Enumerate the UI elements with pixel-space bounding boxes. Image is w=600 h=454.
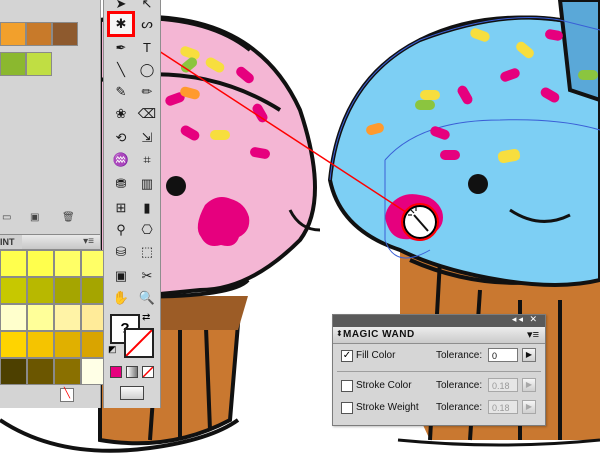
- magic-wand-panel: ◂◂ ✕ ⬍ MAGIC WAND ▾≡ ✓ Fill Color Tolera…: [332, 314, 546, 426]
- swatch-cell[interactable]: [0, 277, 27, 304]
- swatch-cell[interactable]: [27, 331, 54, 358]
- zoom-tool-icon[interactable]: 🔍: [136, 288, 158, 308]
- live-paint-icon[interactable]: ⛁: [110, 242, 132, 262]
- weight-tolerance-stepper[interactable]: ▶: [522, 400, 536, 414]
- stroke-color-label: Stroke Color: [356, 380, 412, 391]
- type-tool-icon[interactable]: T: [136, 38, 158, 58]
- panel-menu-icon[interactable]: ▾≡: [527, 328, 539, 341]
- hand-tool-icon[interactable]: ✋: [110, 288, 132, 308]
- swatch-lime[interactable]: [26, 52, 52, 76]
- selection-tool-icon[interactable]: ➤: [110, 0, 132, 14]
- line-tool-icon[interactable]: ╲: [110, 60, 132, 80]
- live-paint-select-icon[interactable]: ⬚: [136, 242, 158, 262]
- lasso-tool-icon[interactable]: ᔕ: [136, 14, 158, 34]
- mesh-tool-icon[interactable]: ⊞: [110, 198, 132, 218]
- artboard-tool-icon[interactable]: ▣: [110, 266, 132, 286]
- fill-tolerance-label: Tolerance:: [436, 350, 483, 361]
- eyedropper-tool-icon[interactable]: ⚲: [110, 220, 132, 240]
- direct-selection-tool-icon[interactable]: ↖: [136, 0, 158, 14]
- swatch-orange[interactable]: [0, 22, 26, 46]
- blend-tool-icon[interactable]: ⎔: [136, 220, 158, 240]
- panel-divider: [337, 371, 541, 372]
- toolbox-panel: ➤ ↖ ✱ ᔕ ✒ T ╲ ◯ ✎ ✏ ❀ ⌫ ⟲ ⇲ ♒ ⌗ ⛃ ▥ ⊞ ▮ …: [103, 0, 161, 408]
- swatch-cell[interactable]: [27, 304, 54, 331]
- swatch-cell[interactable]: [54, 358, 81, 385]
- slice-tool-icon[interactable]: ✂: [136, 266, 158, 286]
- illustrator-workspace: ▭ ▣ 🗑 INT ▾≡ ╲ ➤ ↖ ✱ ᔕ ✒ T ╲ ◯ ✎ ✏ ❀ ⌫ ⟲…: [0, 0, 600, 454]
- fill-color-label: Fill Color: [356, 350, 396, 361]
- pencil-tool-icon[interactable]: ✏: [136, 82, 158, 102]
- blob-brush-icon[interactable]: ❀: [110, 104, 132, 124]
- swatch-cell[interactable]: [0, 358, 27, 385]
- magic-wand-icon[interactable]: ✱: [107, 11, 135, 37]
- weight-tolerance-input[interactable]: 0.18: [488, 400, 518, 414]
- fill-color-checkbox[interactable]: ✓: [341, 350, 353, 362]
- swatch-grid: [0, 250, 108, 386]
- brush-tool-icon[interactable]: ✎: [110, 82, 132, 102]
- stroke-weight-row: Stroke Weight Tolerance: 0.18 ▶: [341, 399, 537, 417]
- panel-collapse-icon[interactable]: ⬍: [336, 329, 343, 338]
- stroke-tolerance-input[interactable]: 0.18: [488, 378, 518, 392]
- swap-fill-stroke-icon[interactable]: ⇄: [142, 312, 150, 323]
- symbol-sprayer-icon[interactable]: ⛃: [110, 174, 132, 194]
- stroke-weight-label: Stroke Weight: [356, 402, 419, 413]
- swatch-cell[interactable]: [54, 331, 81, 358]
- swatch-cell[interactable]: [27, 358, 54, 385]
- swatch-brown[interactable]: [52, 22, 78, 46]
- default-colors-icon[interactable]: ◩: [108, 344, 117, 355]
- new-swatch-icon[interactable]: ▭: [2, 212, 11, 223]
- screen-mode-icon[interactable]: [120, 386, 144, 400]
- graph-tool-icon[interactable]: ▥: [136, 174, 158, 194]
- gradient-mode-icon[interactable]: [126, 366, 138, 378]
- swatch-cell[interactable]: [54, 250, 81, 277]
- swatch-actions: ▭ ▣ 🗑: [0, 212, 100, 226]
- swatch-cell[interactable]: [27, 277, 54, 304]
- stroke-tolerance-label: Tolerance:: [436, 380, 483, 391]
- fill-color-row: ✓ Fill Color Tolerance: 0 ▶: [341, 347, 537, 365]
- swatches-panel: ▭ ▣ 🗑 INT ▾≡ ╲: [0, 0, 108, 408]
- panel-menu-icon[interactable]: ▾≡: [83, 236, 94, 247]
- panel-tab[interactable]: INT: [0, 235, 22, 249]
- pen-tool-icon[interactable]: ✒: [110, 38, 132, 58]
- panel-window-controls[interactable]: ◂◂ ✕: [512, 314, 539, 325]
- stroke-weight-checkbox[interactable]: [341, 402, 353, 414]
- swatch-green[interactable]: [0, 52, 26, 76]
- fill-tolerance-stepper[interactable]: ▶: [522, 348, 536, 362]
- none-mode-icon[interactable]: [142, 366, 154, 378]
- gradient-tool-icon[interactable]: ▮: [136, 198, 158, 218]
- panel-tab-strip: INT ▾≡: [0, 234, 100, 250]
- ellipse-tool-icon[interactable]: ◯: [136, 60, 158, 80]
- warp-tool-icon[interactable]: ♒: [110, 150, 132, 170]
- stroke-tolerance-stepper[interactable]: ▶: [522, 378, 536, 392]
- swatch-cell[interactable]: [0, 304, 27, 331]
- no-fill-swatch[interactable]: ╲: [60, 388, 74, 402]
- fill-tolerance-input[interactable]: 0: [488, 348, 518, 362]
- swatch-cell[interactable]: [0, 250, 27, 277]
- swatch-light-brown[interactable]: [26, 22, 52, 46]
- trash-icon[interactable]: 🗑: [62, 212, 75, 223]
- stroke-color-checkbox[interactable]: [341, 380, 353, 392]
- stroke-swatch[interactable]: [124, 328, 154, 358]
- panel-title: MAGIC WAND: [343, 329, 415, 340]
- rotate-tool-icon[interactable]: ⟲: [110, 128, 132, 148]
- panel-title-bar[interactable]: ◂◂ ✕: [333, 314, 545, 327]
- scale-tool-icon[interactable]: ⇲: [136, 128, 158, 148]
- swatch-cell[interactable]: [27, 250, 54, 277]
- color-mode-icon[interactable]: [110, 366, 122, 378]
- stroke-color-row: Stroke Color Tolerance: 0.18 ▶: [341, 377, 537, 395]
- swatch-cell[interactable]: [54, 304, 81, 331]
- eraser-tool-icon[interactable]: ⌫: [136, 104, 158, 124]
- swatch-cell[interactable]: [0, 331, 27, 358]
- magic-wand-cursor: [401, 203, 439, 241]
- duplicate-icon[interactable]: ▣: [30, 212, 39, 223]
- weight-tolerance-label: Tolerance:: [436, 402, 483, 413]
- swatch-cell[interactable]: [54, 277, 81, 304]
- panel-header: ⬍ MAGIC WAND ▾≡: [333, 327, 545, 344]
- free-transform-icon[interactable]: ⌗: [136, 150, 158, 170]
